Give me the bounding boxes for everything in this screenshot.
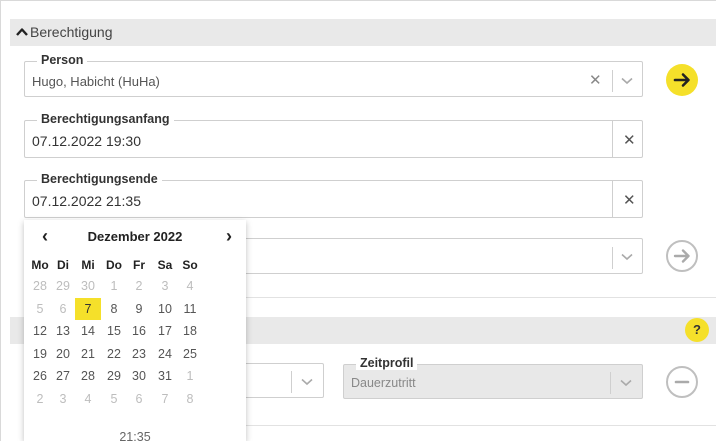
chevron-down-icon[interactable]	[620, 379, 632, 387]
calendar-day[interactable]: 6	[126, 388, 152, 410]
calendar-day[interactable]: 15	[101, 320, 127, 342]
end-value: 07.12.2022 21:35	[32, 193, 141, 209]
divider	[612, 181, 613, 217]
divider	[612, 247, 613, 269]
weekday-header: Di	[57, 258, 69, 272]
calendar-day[interactable]: 2	[126, 275, 152, 297]
help-button[interactable]: ?	[685, 318, 709, 342]
calendar-day[interactable]: 1	[101, 275, 127, 297]
start-datetime-field[interactable]: Berechtigungsanfang 07.12.2022 19:30 ✕	[24, 112, 643, 158]
calendar-day[interactable]: 24	[152, 343, 178, 365]
date-picker-popup[interactable]: ‹ Dezember 2022 › Mo Di Mi Do Fr Sa So 28 29 30 1 2…	[24, 220, 246, 441]
calendar-month-title: Dezember 2022	[87, 229, 183, 244]
clear-end-icon[interactable]: ✕	[623, 191, 636, 209]
section-header-berechtigung[interactable]: Berechtigung	[10, 19, 716, 46]
weekday-header: Do	[106, 258, 122, 272]
clear-person-icon[interactable]: ✕	[589, 71, 602, 89]
chevron-down-icon[interactable]	[301, 378, 313, 386]
calendar-day[interactable]: 3	[50, 388, 76, 410]
calendar-day[interactable]: 16	[126, 320, 152, 342]
calendar-day[interactable]: 1	[177, 365, 203, 387]
calendar-day[interactable]: 8	[101, 298, 127, 320]
calendar-day[interactable]: 31	[152, 365, 178, 387]
calendar-day[interactable]: 22	[101, 343, 127, 365]
zeitprofil-value: Dauerzutritt	[351, 376, 416, 390]
next-month-button[interactable]: ›	[219, 226, 239, 247]
person-legend: Person	[37, 53, 88, 67]
remove-button[interactable]	[666, 366, 698, 398]
calendar-day[interactable]: 11	[177, 298, 203, 320]
start-legend: Berechtigungsanfang	[37, 112, 174, 126]
calendar-day[interactable]: 6	[50, 298, 76, 320]
arrow-right-icon	[673, 73, 690, 87]
calendar-day[interactable]: 7	[152, 388, 178, 410]
person-value: Hugo, Habicht (HuHa)	[32, 74, 160, 89]
calendar-day[interactable]: 18	[177, 320, 203, 342]
person-select[interactable]: Person Hugo, Habicht (HuHa) ✕	[24, 53, 643, 97]
time-display[interactable]: 21:35	[24, 430, 246, 441]
calendar-day[interactable]: 25	[177, 343, 203, 365]
chevron-down-icon[interactable]	[621, 253, 633, 261]
end-legend: Berechtigungsende	[37, 172, 162, 186]
calendar-day[interactable]: 28	[75, 365, 101, 387]
calendar-day[interactable]: 30	[75, 275, 101, 297]
confirm-disabled-button[interactable]	[666, 240, 698, 272]
calendar-day[interactable]: 29	[101, 365, 127, 387]
divider	[612, 70, 613, 92]
calendar-day[interactable]: 4	[177, 275, 203, 297]
calendar-day[interactable]: 17	[152, 320, 178, 342]
calendar-day[interactable]: 13	[50, 320, 76, 342]
start-value: 07.12.2022 19:30	[32, 133, 141, 149]
calendar-day[interactable]: 10	[152, 298, 178, 320]
calendar-day[interactable]: 9	[126, 298, 152, 320]
divider	[291, 371, 292, 393]
calendar-day[interactable]: 20	[50, 343, 76, 365]
chevron-up-icon	[16, 28, 28, 36]
clear-start-icon[interactable]: ✕	[623, 131, 636, 149]
calendar-day[interactable]: 5	[101, 388, 127, 410]
chevron-down-icon[interactable]	[621, 77, 633, 85]
calendar-day[interactable]: 4	[75, 388, 101, 410]
calendar-day[interactable]: 14	[75, 320, 101, 342]
weekday-header: Sa	[157, 258, 173, 272]
zeitprofil-select[interactable]: Zeitprofil Dauerzutritt	[343, 356, 643, 399]
calendar-day[interactable]: 29	[50, 275, 76, 297]
confirm-person-button[interactable]	[666, 64, 698, 96]
divider	[610, 372, 611, 394]
arrow-right-icon	[673, 249, 690, 263]
calendar-day[interactable]: 27	[50, 365, 76, 387]
calendar-day[interactable]: 21	[75, 343, 101, 365]
end-datetime-field[interactable]: Berechtigungsende 07.12.2022 21:35 ✕	[24, 172, 643, 218]
calendar-day[interactable]: 7	[75, 297, 101, 320]
zeitprofil-legend: Zeitprofil	[356, 356, 418, 370]
calendar-day[interactable]: 3	[152, 275, 178, 297]
calendar-day[interactable]: 30	[126, 365, 152, 387]
calendar-day[interactable]: 8	[177, 388, 203, 410]
weekday-header: Fr	[133, 258, 145, 272]
weekday-header: Mo	[31, 258, 49, 272]
divider	[612, 121, 613, 157]
minus-icon	[674, 380, 690, 384]
weekday-header: Mi	[81, 258, 95, 272]
calendar-day[interactable]: 23	[126, 343, 152, 365]
weekday-header: So	[182, 258, 198, 272]
section-title: Berechtigung	[30, 24, 113, 40]
